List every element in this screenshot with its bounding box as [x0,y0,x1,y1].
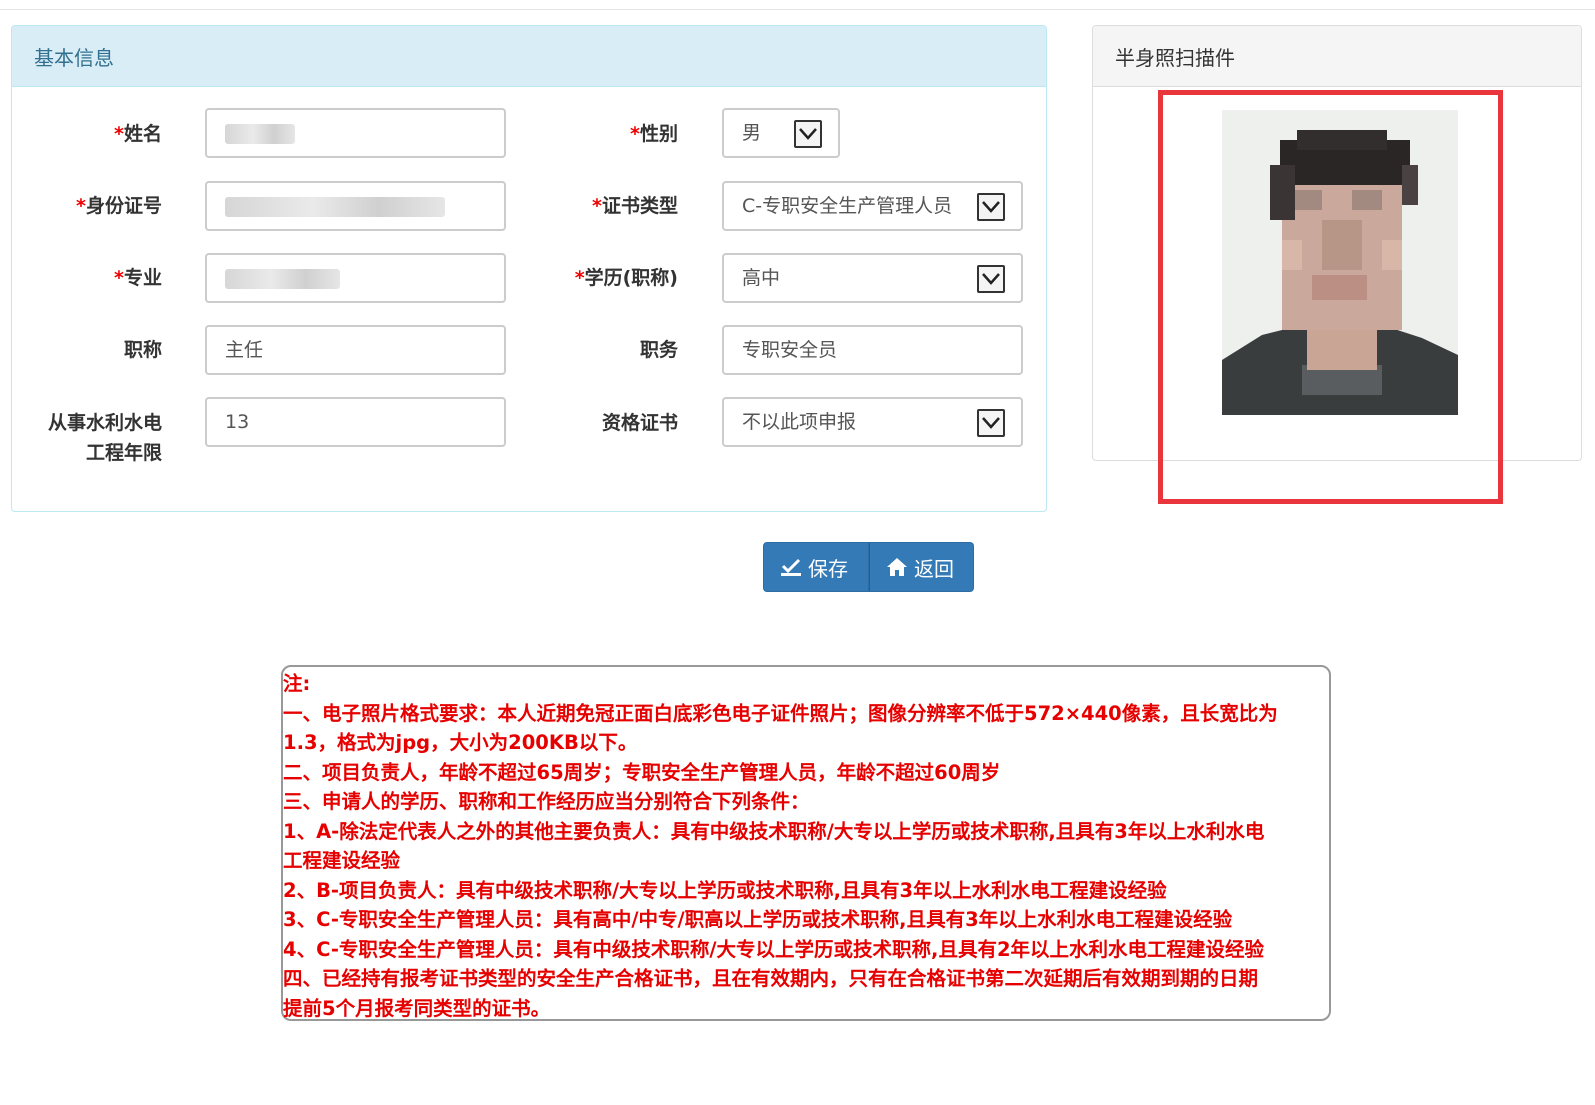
position-label: 职务 [639,339,678,361]
cert-type-select[interactable]: C-专职安全生产管理人员 [722,181,1023,231]
id-number-label: *身份证号 [76,195,162,217]
name-input[interactable] [205,108,506,158]
qualification-label: 资格证书 [601,412,678,434]
blurred-major [225,268,340,289]
chevron-down-icon [977,409,1005,437]
qualification-select[interactable]: 不以此项申报 [722,397,1023,447]
note-line: 工程建设经验 [283,849,401,872]
years-label: 从事水利水电 工程年限 [47,412,162,464]
title-input[interactable]: 主任 [205,325,506,375]
gender-select[interactable]: 男 [722,108,840,158]
education-select[interactable]: 高中 [722,253,1023,303]
years-input[interactable]: 13 [205,397,506,447]
home-icon [887,558,907,576]
blurred-name [225,123,295,144]
photo-panel-title: 半身照扫描件 [1093,26,1581,87]
notes-box: 注: 一、电子照片格式要求：本人近期免冠正面白底彩色电子证件照片；图像分辨率不低… [281,665,1331,1021]
position-input[interactable]: 专职安全员 [722,325,1023,375]
name-label: *姓名 [114,123,162,145]
note-line: 4、C-专职安全生产管理人员：具有中级技术职称/大专以上学历或技术职称,且具有2… [283,937,1265,961]
note-line: 1.3，格式为jpg，大小为200KB以下。 [283,731,638,754]
back-button[interactable]: 返回 [869,542,974,592]
note-line: 1、A-除法定代表人之外的其他主要负责人：具有中级技术职称/大专以上学历或技术职… [283,819,1265,843]
gender-label: *性别 [630,123,678,145]
photo-highlight-frame [1158,90,1503,504]
note-line: 三、申请人的学历、职称和工作经历应当分别符合下列条件： [283,790,810,813]
action-button-group: 保存 返回 [763,542,974,592]
chevron-down-icon [794,120,822,148]
note-line: 一、电子照片格式要求：本人近期免冠正面白底彩色电子证件照片；图像分辨率不低于57… [283,701,1278,725]
education-label: *学历(职称) [574,267,678,289]
cert-type-label: *证书类型 [592,195,678,217]
save-check-icon [781,558,801,576]
chevron-down-icon [977,265,1005,293]
major-input[interactable] [205,253,506,303]
note-line: 注: [283,672,311,695]
basic-info-title: 基本信息 [12,26,1046,87]
title-label: 职称 [123,339,162,361]
note-line: 提前5个月报考同类型的证书。 [283,996,551,1020]
chevron-down-icon [977,193,1005,221]
id-number-input[interactable] [205,181,506,231]
top-bar [0,0,1595,10]
note-line: 3、C-专职安全生产管理人员：具有高中/中专/职高以上学历或技术职称,且具有3年… [283,908,1233,931]
major-label: *专业 [114,267,162,289]
save-button[interactable]: 保存 [763,542,869,592]
note-line: 四、已经持有报考证书类型的安全生产合格证书，且在有效期内，只有在合格证书第二次延… [283,967,1259,990]
note-line: 2、B-项目负责人：具有中级技术职称/大专以上学历或技术职称,且具有3年以上水利… [283,878,1167,902]
blurred-id-number [225,196,445,217]
note-line: 二、项目负责人，年龄不超过65周岁；专职安全生产管理人员，年龄不超过60周岁 [283,760,1001,784]
